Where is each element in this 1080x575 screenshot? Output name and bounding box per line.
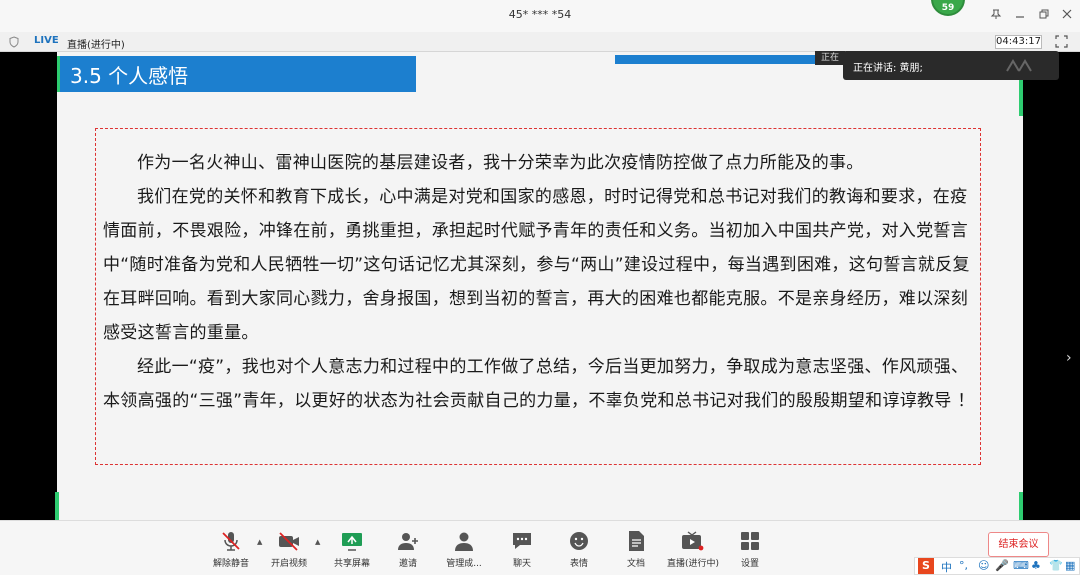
live-icon [682, 531, 704, 551]
toolbar-label: 管理成... [446, 559, 482, 569]
slide: 3.5 个人感悟 作为一名火神山、雷神山医院的基层建设者，我十分荣幸为此次疫情防… [55, 52, 1023, 520]
invite-icon [398, 533, 418, 550]
chat-icon [513, 533, 531, 549]
settings-icon [741, 532, 759, 550]
keyboard-icon[interactable]: ⌨ [1013, 559, 1029, 572]
slide-edge-marker [55, 492, 59, 520]
share-screen-icon [342, 533, 362, 551]
speaking-prefix: 正在讲 [815, 51, 845, 65]
restore-icon[interactable] [1036, 8, 1052, 24]
toolbar-label: 邀请 [398, 559, 417, 569]
skin-icon[interactable]: ♣ [1031, 559, 1041, 572]
unmute-button[interactable]: 解除静音 [206, 530, 256, 569]
invite-button[interactable]: 邀请 [383, 530, 433, 569]
meeting-timer: 04:43:17 [995, 35, 1042, 49]
toolbar-label: 表情 [569, 559, 588, 569]
emoji-button[interactable]: 表情 [554, 530, 604, 569]
slide-text-box: 作为一名火神山、雷神山医院的基层建设者，我十分荣幸为此次疫情防控做了点力所能及的… [95, 128, 981, 465]
pin-icon[interactable] [988, 8, 1004, 24]
ime-toolbar: S 中 °, ☺ 🎤 ⌨ ♣ 👕 ▦ [914, 557, 1080, 575]
ime-mode[interactable]: 中 [941, 559, 952, 575]
document-button[interactable]: 文档 [611, 530, 661, 569]
toolbar-label: 文档 [626, 559, 645, 569]
next-page-icon[interactable]: › [1066, 350, 1072, 366]
slide-header: 3.5 个人感悟 [57, 56, 416, 92]
mic-options-caret-icon[interactable]: ▲ [257, 538, 262, 546]
toolbar-label: 开启视频 [270, 559, 307, 569]
live-stream-button[interactable]: 直播(进行中) [667, 530, 720, 569]
title-bar: 45* *** *54 59 [0, 0, 1080, 32]
voice-input-icon[interactable]: 🎤 [995, 559, 1009, 572]
members-icon [455, 532, 473, 551]
video-off-icon [279, 532, 299, 551]
window-title: 45* *** *54 [508, 8, 572, 21]
toolbar-label: 聊天 [512, 559, 531, 569]
punctuation-icon[interactable]: °, [959, 559, 968, 572]
toolbox-icon[interactable]: ▦ [1065, 559, 1075, 572]
speaking-indicator: 正在讲话: 黄朋; [843, 51, 1059, 80]
slide-edge-marker [1019, 80, 1023, 116]
paragraph-1: 作为一名火神山、雷神山医院的基层建设者，我十分荣幸为此次疫情防控做了点力所能及的… [137, 153, 864, 173]
toolbar-label: 共享屏幕 [333, 559, 370, 569]
emoji-icon [570, 532, 588, 550]
speaker-avatar-icon [1006, 59, 1032, 72]
header-accent-bar [615, 55, 825, 64]
fullscreen-icon[interactable] [1055, 35, 1068, 48]
sogou-logo-icon[interactable]: S [918, 558, 934, 574]
emoji-input-icon[interactable]: ☺ [978, 559, 989, 572]
video-options-caret-icon[interactable]: ▲ [315, 538, 320, 546]
paragraph-2: 我们在党的关怀和教育下成长，心中满是对党和国家的感恩，时时记得党和总书记对我们的… [103, 187, 970, 343]
speaking-label: 正在讲话: 黄朋; [853, 63, 923, 74]
chat-button[interactable]: 聊天 [497, 530, 547, 569]
live-badge: LIVE [34, 35, 59, 46]
settings-button[interactable]: 设置 [725, 530, 775, 569]
shirt-icon[interactable]: 👕 [1049, 559, 1063, 572]
minimize-icon[interactable] [1012, 8, 1028, 24]
toolbar-label: 直播(进行中) [667, 559, 720, 569]
slide-edge-marker [1019, 492, 1023, 520]
shared-screen: 3.5 个人感悟 作为一名火神山、雷神山医院的基层建设者，我十分荣幸为此次疫情防… [0, 52, 1080, 520]
meeting-window: 45* *** *54 59 LIVE 直播(进行中) 04:43:17 3.5… [0, 0, 1080, 575]
paragraph-3: 经此一“疫”，我也对个人意志力和过程中的工作做了总结，今后当更加努力，争取成为意… [103, 357, 975, 411]
toolbar-label: 设置 [740, 559, 759, 569]
live-status-text[interactable]: 直播(进行中) [67, 36, 125, 51]
share-screen-button[interactable]: 共享屏幕 [327, 530, 377, 569]
document-icon [629, 531, 644, 551]
shield-icon[interactable] [9, 36, 19, 48]
start-video-button[interactable]: 开启视频 [264, 530, 314, 569]
manage-members-button[interactable]: 管理成... [439, 530, 489, 569]
close-icon[interactable] [1059, 8, 1075, 24]
toolbar-label: 解除静音 [212, 559, 249, 569]
slide-title: 3.5 个人感悟 [70, 64, 189, 88]
end-meeting-button[interactable]: 结束会议 [988, 532, 1049, 557]
mic-muted-icon [222, 532, 240, 551]
status-bar: LIVE 直播(进行中) 04:43:17 [0, 32, 1080, 52]
